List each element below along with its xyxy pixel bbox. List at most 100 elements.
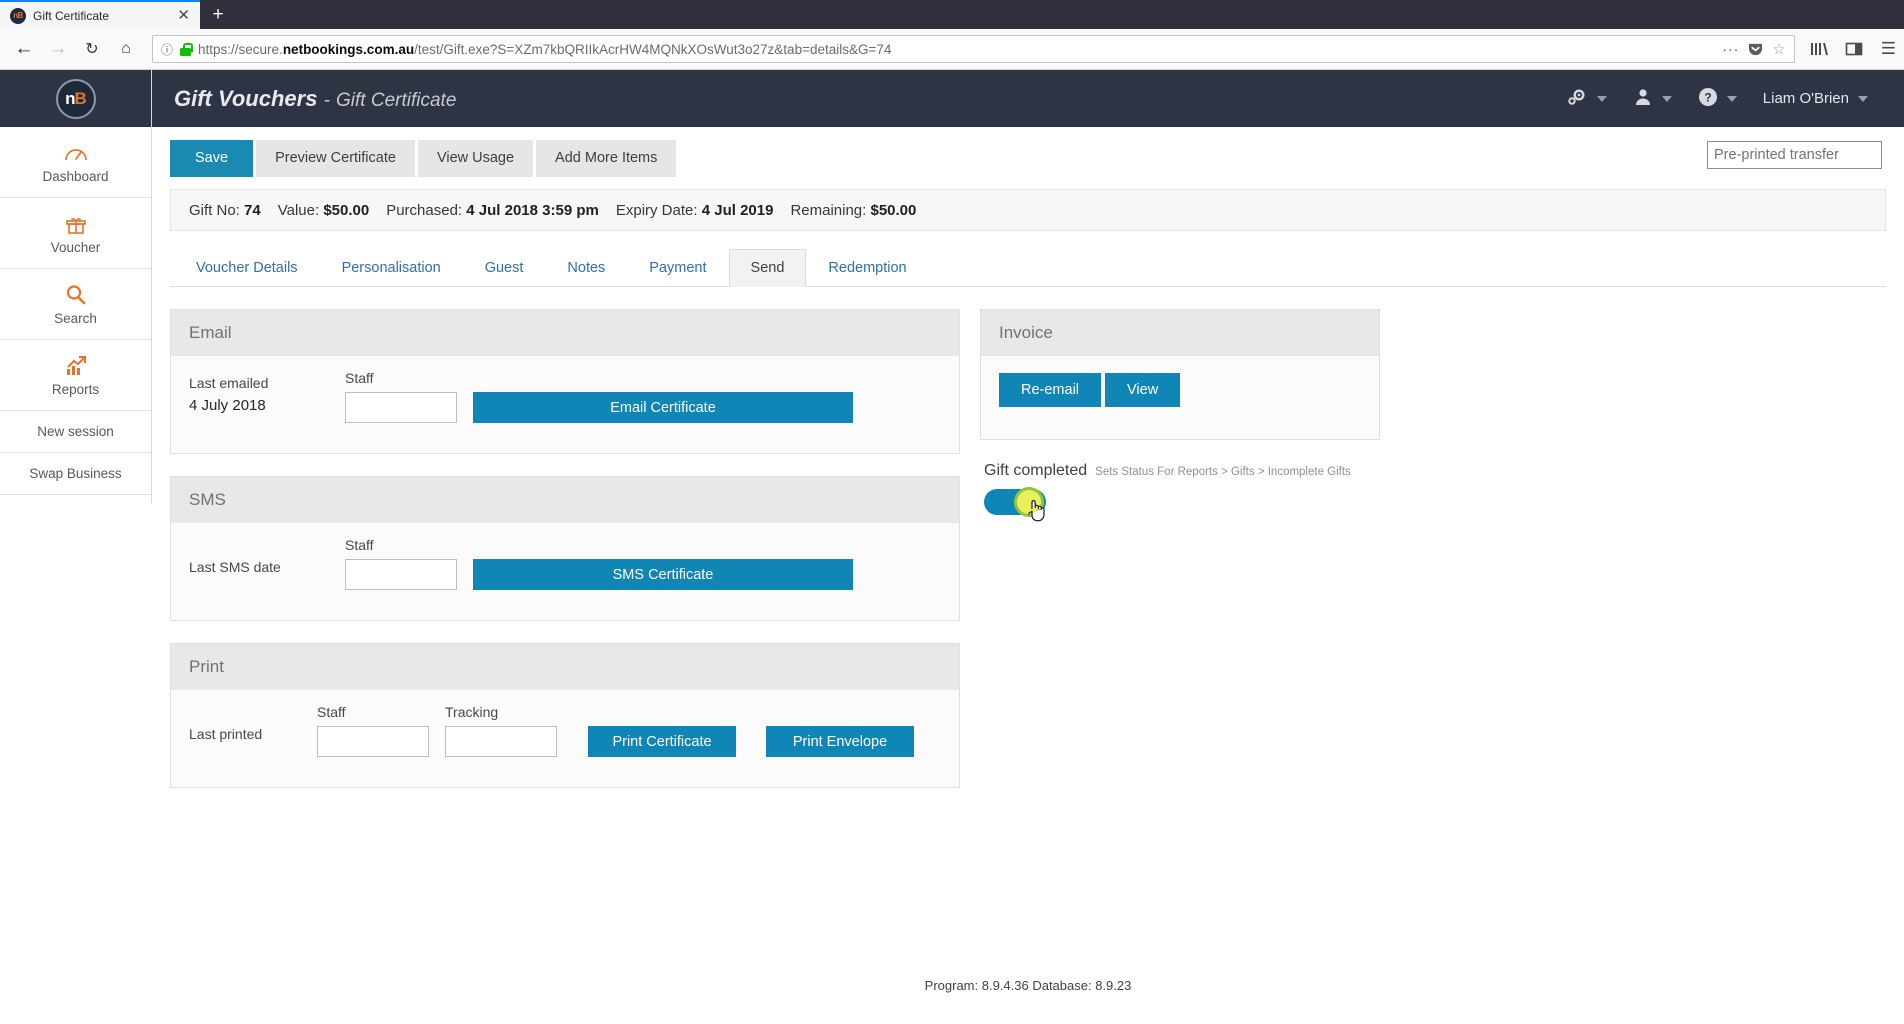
tab-guest[interactable]: Guest (463, 249, 546, 287)
user-menu[interactable] (1633, 87, 1672, 110)
preprinted-transfer-input[interactable] (1707, 141, 1882, 169)
page-title-main: Gift Vouchers (174, 85, 318, 111)
tracking-input[interactable] (445, 726, 557, 757)
preview-certificate-button[interactable]: Preview Certificate (256, 139, 415, 177)
purchased-field: Purchased: 4 Jul 2018 3:59 pm (386, 202, 599, 219)
browser-tab[interactable]: nB Gift Certificate ✕ (0, 0, 200, 29)
sms-panel: SMS Last SMS date Staff SMS Certificate (170, 476, 960, 621)
page-info-icon[interactable]: ⓘ (161, 41, 173, 58)
url-bar[interactable]: ⓘ https://secure.netbookings.com.au/test… (152, 35, 1795, 63)
app-footer: Program: 8.9.4.36 Database: 8.9.23 (152, 946, 1904, 1024)
remaining-label: Remaining: (790, 201, 867, 219)
main-content: Gift Vouchers - Gift Certificate ? Liam … (152, 70, 1904, 1024)
tab-title: Gift Certificate (33, 8, 110, 23)
help-menu[interactable]: ? (1698, 87, 1737, 110)
sidebar-item-swap-business[interactable]: Swap Business (0, 453, 151, 495)
forward-icon[interactable]: → (42, 33, 74, 65)
email-staff-input[interactable] (345, 392, 457, 423)
gift-completed-hint: Sets Status For Reports > Gifts > Incomp… (1095, 466, 1351, 478)
browser-window: nB Gift Certificate ✕ + ← → ↻ ⌂ ⓘ https:… (0, 0, 1904, 1024)
last-sms-date-field: Last SMS date (189, 559, 329, 590)
new-tab-button[interactable]: + (200, 0, 236, 29)
url-text: https://secure.netbookings.com.au/test/G… (198, 42, 891, 57)
save-button[interactable]: Save (170, 139, 254, 177)
sms-staff-input[interactable] (345, 559, 457, 590)
sidebar-item-search[interactable]: Search (0, 269, 151, 340)
sms-panel-body: Last SMS date Staff SMS Certificate (171, 523, 959, 620)
settings-menu[interactable] (1566, 87, 1607, 110)
library-icon[interactable] (1809, 40, 1829, 58)
invoice-panel-title: Invoice (981, 310, 1379, 356)
remaining-field: Remaining: $50.00 (790, 202, 916, 219)
sidebar-item-label: Dashboard (42, 168, 109, 184)
tab-bar: Voucher Details Personalisation Guest No… (170, 248, 1886, 287)
value-field: Value: $50.00 (278, 202, 369, 219)
tab-payment[interactable]: Payment (627, 249, 728, 287)
value-amount: $50.00 (323, 201, 370, 219)
web-page: nB Dashboard Voucher Search Reports New … (0, 70, 1904, 1024)
url-scheme: https://secure. (198, 41, 283, 57)
tab-redemption[interactable]: Redemption (806, 249, 928, 287)
sidebar-icon[interactable] (1844, 40, 1864, 58)
tab-personalisation[interactable]: Personalisation (320, 249, 463, 287)
gift-summary-bar: Gift No: 74 Value: $50.00 Purchased: 4 J… (170, 189, 1886, 231)
sms-panel-title: SMS (171, 477, 959, 523)
last-printed-label: Last printed (189, 726, 263, 742)
email-panel-body: Last emailed 4 July 2018 Staff Email Cer… (171, 356, 959, 453)
invoice-reemail-button[interactable]: Re-email (999, 373, 1102, 407)
expiry-value: 4 Jul 2019 (701, 201, 774, 219)
sidebar-item-new-session[interactable]: New session (0, 411, 151, 453)
view-usage-button[interactable]: View Usage (417, 139, 534, 177)
sms-certificate-button[interactable]: SMS Certificate (473, 559, 853, 590)
purchased-label: Purchased: (386, 201, 463, 219)
sidebar-item-label: Voucher (50, 239, 101, 255)
email-staff-field: Staff (345, 370, 457, 423)
header-actions: ? Liam O'Brien (1566, 87, 1882, 110)
bookmark-star-icon[interactable]: ☆ (1772, 40, 1785, 58)
tab-send[interactable]: Send (728, 249, 807, 287)
print-envelope-button[interactable]: Print Envelope (766, 726, 914, 757)
back-icon[interactable]: ← (8, 33, 40, 65)
url-path: /test/Gift.exe?S=XZm7kbQRIIkAcrHW4MQNkXO… (414, 41, 892, 57)
sidebar-item-reports[interactable]: Reports (0, 340, 151, 411)
last-sms-date-label: Last SMS date (189, 559, 281, 575)
reload-icon[interactable]: ↻ (76, 33, 108, 65)
gift-completed-toggle[interactable] (984, 487, 1046, 522)
toggle-track[interactable] (984, 487, 1046, 517)
sidebar-item-voucher[interactable]: Voucher (0, 198, 151, 269)
svg-text:?: ? (1704, 91, 1711, 105)
gift-no-field: Gift No: 74 (189, 202, 261, 219)
right-column: Invoice Re-email View Gift completed Set… (980, 309, 1380, 522)
tab-strip: nB Gift Certificate ✕ + (0, 0, 1904, 29)
chevron-down-icon (1661, 95, 1672, 102)
left-column: Email Last emailed 4 July 2018 Staff Ema… (170, 309, 960, 788)
logo-letter-b: B (74, 88, 87, 108)
sidebar-item-label: Search (54, 310, 97, 326)
action-toolbar: Save Preview Certificate View Usage Add … (152, 127, 1904, 189)
close-icon[interactable]: ✕ (173, 8, 194, 23)
invoice-view-button[interactable]: View (1105, 373, 1181, 407)
tab-notes[interactable]: Notes (545, 249, 627, 287)
pocket-icon[interactable] (1748, 42, 1763, 57)
email-certificate-button[interactable]: Email Certificate (473, 392, 853, 423)
expiry-label: Expiry Date: (615, 201, 698, 219)
add-more-items-button[interactable]: Add More Items (536, 139, 677, 177)
page-title-sub: Gift Certificate (336, 89, 457, 111)
app-sidebar: nB Dashboard Voucher Search Reports New … (0, 70, 152, 503)
value-label: Value: (277, 201, 320, 219)
home-icon[interactable]: ⌂ (110, 33, 142, 65)
email-panel-title: Email (171, 310, 959, 356)
page-actions-icon[interactable]: ··· (1722, 41, 1739, 57)
tab-voucher-details[interactable]: Voucher Details (174, 249, 320, 287)
print-certificate-button[interactable]: Print Certificate (588, 726, 736, 757)
gift-completed-section: Gift completed Sets Status For Reports >… (980, 462, 1380, 522)
account-menu[interactable]: Liam O'Brien (1763, 90, 1868, 107)
email-panel: Email Last emailed 4 July 2018 Staff Ema… (170, 309, 960, 454)
sms-staff-field: Staff (345, 537, 457, 590)
sidebar-item-dashboard[interactable]: Dashboard (0, 127, 151, 198)
print-staff-input[interactable] (317, 726, 429, 757)
menu-icon[interactable]: ☰ (1881, 39, 1896, 59)
brand-logo[interactable]: nB (0, 70, 151, 127)
toggle-knob[interactable] (1014, 487, 1044, 517)
browser-navigation-bar: ← → ↻ ⌂ ⓘ https://secure.netbookings.com… (0, 29, 1904, 70)
